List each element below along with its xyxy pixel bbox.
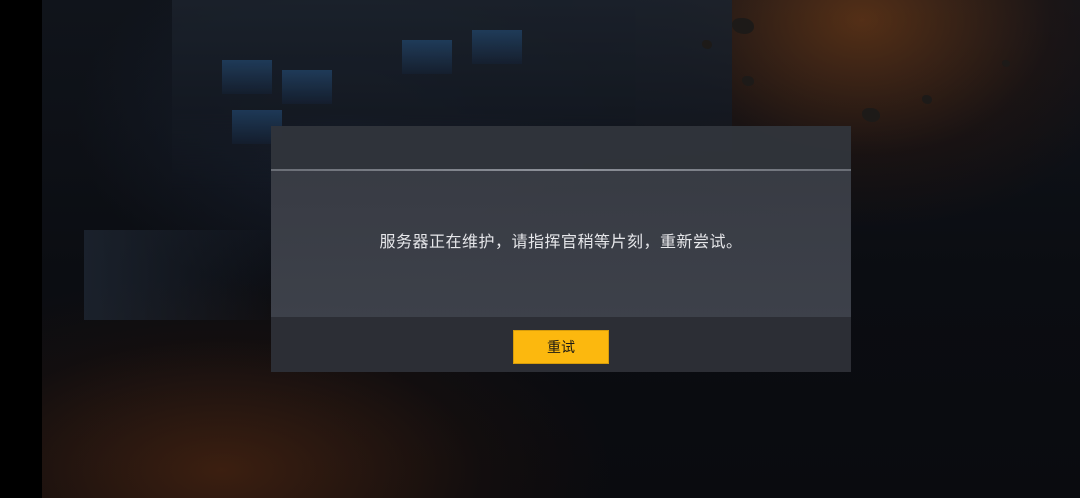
station-window [472, 30, 522, 64]
game-screen: 服务器正在维护，请指挥官稍等片刻，重新尝试。 重试 [0, 0, 1080, 498]
asteroid [862, 108, 880, 122]
station-window [402, 40, 452, 74]
asteroid [702, 40, 712, 49]
asteroid [922, 95, 932, 104]
asteroid [742, 76, 754, 86]
asteroid [732, 18, 754, 34]
asteroid [1002, 60, 1010, 67]
maintenance-message: 服务器正在维护，请指挥官稍等片刻，重新尝试。 [379, 232, 743, 251]
maintenance-dialog: 服务器正在维护，请指挥官稍等片刻，重新尝试。 重试 [271, 126, 851, 372]
dialog-header [271, 126, 851, 169]
station-window [222, 60, 272, 94]
dialog-footer: 重试 [271, 317, 851, 372]
station-window [282, 70, 332, 104]
dialog-body: 服务器正在维护，请指挥官稍等片刻，重新尝试。 [271, 171, 851, 317]
left-letterbox [0, 0, 42, 498]
retry-button[interactable]: 重试 [513, 330, 609, 364]
ship-debris [84, 230, 284, 320]
